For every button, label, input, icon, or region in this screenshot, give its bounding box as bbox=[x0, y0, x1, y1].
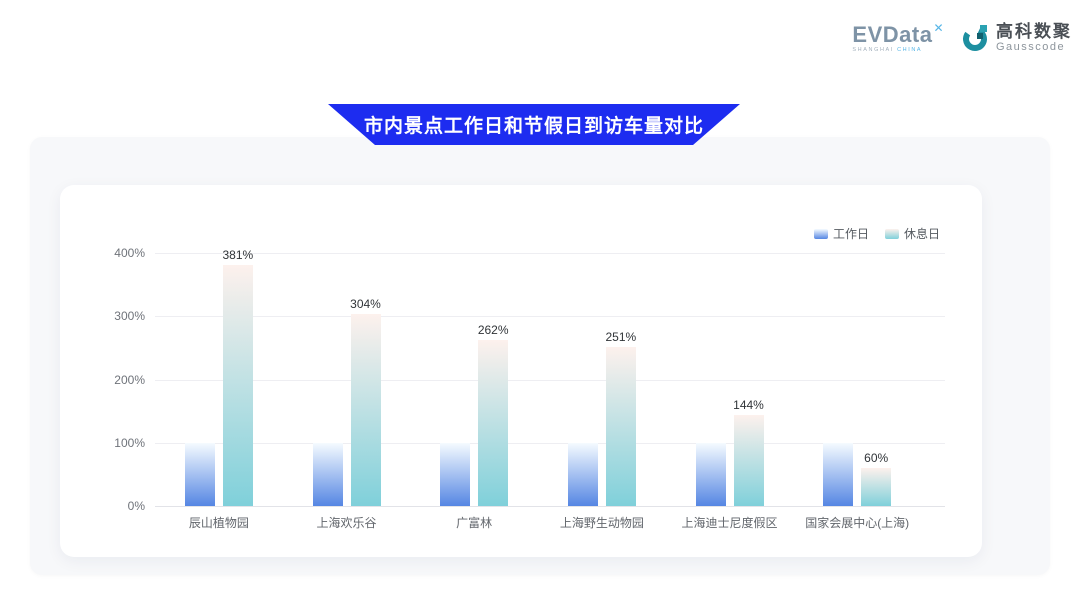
chart-card: 工作日休息日 0%100%200%300%400%381%304%262%251… bbox=[60, 185, 982, 557]
gausscode-g-icon bbox=[960, 23, 990, 53]
category-column: 262% bbox=[410, 185, 538, 506]
bar-value-label: 262% bbox=[478, 323, 509, 337]
bar-columns: 381% 304% 262% 251% 144% 60% bbox=[155, 185, 921, 506]
bar-value-label: 251% bbox=[605, 330, 636, 344]
bar-wrap bbox=[313, 443, 343, 506]
bar-restday[interactable] bbox=[223, 265, 253, 506]
content-panel: 工作日休息日 0%100%200%300%400%381%304%262%251… bbox=[30, 137, 1050, 575]
bar-wrap: 144% bbox=[734, 415, 764, 506]
x-axis-category-label: 辰山植物园 bbox=[155, 514, 283, 531]
x-axis-labels: 辰山植物园上海欢乐谷广富林上海野生动物园上海迪士尼度假区国家会展中心(上海) bbox=[155, 514, 921, 531]
category-column: 381% bbox=[155, 185, 283, 506]
bar-chart-plot: 0% 100% 200% 300% 400% 381% 304% 262% 251% 144% 60… bbox=[60, 185, 982, 557]
gausscode-en-name: Gausscode bbox=[996, 42, 1072, 53]
bar-wrap bbox=[185, 443, 215, 506]
bar-pair: 144% bbox=[696, 415, 764, 506]
bar-workday[interactable] bbox=[185, 443, 215, 506]
bar-wrap bbox=[440, 443, 470, 506]
x-axis-category-label: 广富林 bbox=[410, 514, 538, 531]
y-axis-tick-label: 400% bbox=[75, 246, 145, 260]
bar-value-label: 381% bbox=[222, 248, 253, 262]
category-column: 144% bbox=[666, 185, 794, 506]
bar-pair: 381% bbox=[185, 265, 253, 506]
bar-pair: 304% bbox=[313, 314, 381, 506]
category-column: 304% bbox=[283, 185, 411, 506]
bar-restday[interactable] bbox=[478, 340, 508, 506]
y-axis-tick-label: 0% bbox=[75, 499, 145, 513]
chart-title-banner: 市内景点工作日和节假日到访车量对比 bbox=[328, 104, 740, 145]
bar-pair: 60% bbox=[823, 443, 891, 506]
y-axis-tick-label: 100% bbox=[75, 436, 145, 450]
bar-wrap: 262% bbox=[478, 340, 508, 506]
x-axis-category-label: 国家会展中心(上海) bbox=[793, 514, 921, 531]
bar-restday[interactable] bbox=[734, 415, 764, 506]
bar-restday[interactable] bbox=[861, 468, 891, 506]
bar-value-label: 304% bbox=[350, 297, 381, 311]
bar-value-label: 144% bbox=[733, 398, 764, 412]
category-column: 251% bbox=[538, 185, 666, 506]
bar-wrap: 304% bbox=[351, 314, 381, 506]
x-axis-category-label: 上海野生动物园 bbox=[538, 514, 666, 531]
bar-workday[interactable] bbox=[440, 443, 470, 506]
bar-workday[interactable] bbox=[568, 443, 598, 506]
bar-wrap: 251% bbox=[606, 347, 636, 506]
bar-wrap: 381% bbox=[223, 265, 253, 506]
bar-wrap bbox=[823, 443, 853, 506]
gausscode-logo: 高科数聚 Gausscode bbox=[960, 23, 1072, 53]
evdata-x-icon: ✕ bbox=[933, 21, 944, 35]
bar-workday[interactable] bbox=[313, 443, 343, 506]
bar-workday[interactable] bbox=[823, 443, 853, 506]
category-column: 60% bbox=[793, 185, 921, 506]
bar-restday[interactable] bbox=[351, 314, 381, 506]
bar-workday[interactable] bbox=[696, 443, 726, 506]
gausscode-cn-name: 高科数聚 bbox=[996, 23, 1072, 40]
bar-pair: 262% bbox=[440, 340, 508, 506]
y-axis-tick-label: 200% bbox=[75, 373, 145, 387]
bar-wrap bbox=[568, 443, 598, 506]
x-axis-category-label: 上海欢乐谷 bbox=[283, 514, 411, 531]
x-axis-line bbox=[155, 506, 945, 507]
bar-pair: 251% bbox=[568, 347, 636, 506]
bar-value-label: 60% bbox=[864, 451, 888, 465]
y-axis-tick-label: 300% bbox=[75, 309, 145, 323]
header-logos: EVData✕ SHANGHAI CHINA 高科数聚 Gausscode bbox=[852, 22, 1072, 54]
evdata-wordmark: EVData✕ bbox=[852, 22, 944, 46]
evdata-logo: EVData✕ SHANGHAI CHINA bbox=[852, 22, 944, 54]
chart-title: 市内景点工作日和节假日到访车量对比 bbox=[364, 111, 704, 138]
x-axis-category-label: 上海迪士尼度假区 bbox=[666, 514, 794, 531]
evdata-subtext: SHANGHAI CHINA bbox=[852, 48, 944, 54]
bar-restday[interactable] bbox=[606, 347, 636, 506]
bar-wrap bbox=[696, 443, 726, 506]
bar-wrap: 60% bbox=[861, 468, 891, 506]
